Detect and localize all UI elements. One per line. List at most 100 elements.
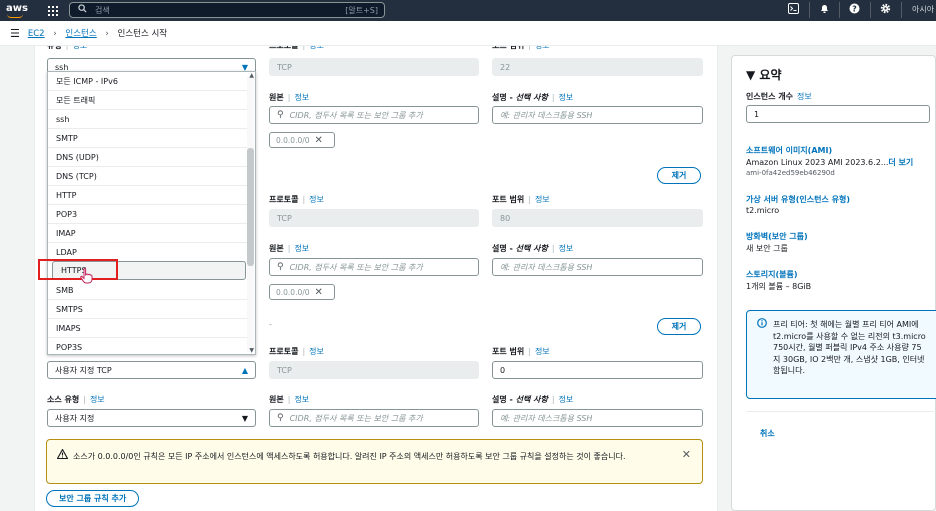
scroll-down-icon[interactable]: ▼: [249, 347, 254, 354]
caret-up-icon: ▲: [241, 366, 248, 375]
cancel-button[interactable]: 취소: [760, 428, 775, 439]
type-select-value: 사용자 지정 TCP: [55, 365, 112, 375]
close-icon[interactable]: ✕: [315, 135, 323, 146]
help-icon[interactable]: ?: [846, 3, 862, 17]
info-link[interactable]: 정보: [797, 92, 812, 101]
bell-icon[interactable]: [816, 3, 832, 17]
summary-panel: ▼ 요약 인스턴스 개수 정보 1 소프트웨어 이미지(AMI) Amazon L…: [731, 55, 936, 511]
storage-link[interactable]: 스토리지(볼륨): [746, 269, 797, 280]
dropdown-option[interactable]: DNS (TCP): [48, 167, 248, 186]
aws-smile-icon: [7, 14, 23, 18]
description-input-rule3[interactable]: 예: 관리자 데스크톱용 SSH: [492, 409, 703, 427]
top-separator: [870, 2, 871, 18]
protocol-field-rule1: TCP: [269, 58, 479, 76]
global-search-input[interactable]: 검색 [알트+S]: [69, 2, 385, 18]
caret-down-icon: ▼: [241, 414, 248, 423]
search-shortcut: [알트+S]: [345, 5, 378, 15]
breadcrumb-bar-overlay: ☰ EC2 › 인스턴스 › 인스턴스 시작: [0, 21, 936, 46]
free-tier-text: 프리 티어: 첫 해에는 월별 프리 티어 AMI에 t2.micro를 사용할…: [773, 320, 926, 375]
aws-logo[interactable]: aws: [0, 0, 30, 21]
services-grid-icon[interactable]: [44, 0, 62, 21]
protocol-label: 프로토콜|정보: [269, 195, 324, 204]
caret-down-icon: ▼: [746, 68, 760, 82]
chevron-right-icon: ›: [53, 29, 57, 39]
dropdown-option[interactable]: SMTP: [48, 129, 248, 148]
type-dropdown-list: 모든 ICMP - IPv6 모든 트래픽 ssh SMTP DNS (UDP)…: [47, 71, 256, 355]
info-link[interactable]: 정보: [559, 395, 574, 404]
svg-text:?: ?: [852, 4, 857, 13]
terminal-icon[interactable]: [785, 3, 801, 17]
source-label: 원본 | 정보: [269, 93, 310, 102]
dropdown-option[interactable]: SMTPS: [48, 300, 248, 319]
breadcrumb-instances[interactable]: 인스턴스: [65, 29, 96, 39]
instance-count-input[interactable]: 1: [746, 105, 930, 123]
dropdown-option[interactable]: DNS (UDP): [48, 148, 248, 167]
dropdown-option[interactable]: POP3: [48, 205, 248, 224]
source-label: 원본 | 정보: [269, 395, 310, 404]
dropdown-option[interactable]: ssh: [48, 110, 248, 129]
storage-value: 1개의 볼륨 – 8GiB: [746, 282, 812, 291]
dropdown-option[interactable]: HTTP: [48, 186, 248, 205]
info-link[interactable]: 정보: [294, 244, 309, 253]
free-tier-info-box: 프리 티어: 첫 해에는 월별 프리 티어 AMI에 t2.micro를 사용할…: [746, 310, 936, 399]
ami-value: Amazon Linux 2023 AMI 2023.6.2...더 보기: [746, 158, 914, 167]
menu-icon[interactable]: ☰: [10, 27, 20, 40]
dropdown-scrollbar-thumb[interactable]: [247, 148, 254, 266]
source-label: 원본 | 정보: [269, 244, 310, 253]
dropdown-option[interactable]: 모든 트래픽: [48, 91, 248, 110]
info-link[interactable]: 정보: [559, 93, 574, 102]
port-range-field-rule2: 80: [492, 209, 703, 227]
highlight-annotation-box: [38, 259, 118, 280]
search-icon: [78, 4, 87, 16]
dropdown-option[interactable]: IMAP: [48, 224, 248, 243]
region-selector[interactable]: 아시아: [912, 4, 934, 15]
instance-count-label: 인스턴스 개수 정보: [746, 92, 812, 101]
remove-rule1-button[interactable]: 제거: [657, 167, 701, 184]
port-range-input-rule3[interactable]: 0: [492, 361, 703, 379]
hand-cursor-icon: [80, 267, 93, 288]
close-icon[interactable]: ✕: [682, 448, 691, 461]
source-type-value: 사용자 지정: [55, 413, 95, 423]
source-type-select-rule3[interactable]: 사용자 지정 ▼: [47, 409, 256, 427]
info-link[interactable]: 정보: [294, 93, 309, 102]
instance-type-link[interactable]: 가상 서버 유형(인스턴스 유형): [746, 194, 850, 205]
top-separator: [839, 2, 840, 18]
protocol-field-rule2: TCP: [269, 209, 479, 227]
gear-icon[interactable]: [877, 3, 893, 17]
top-separator: [809, 2, 810, 18]
type-select-rule3[interactable]: 사용자 지정 TCP ▲: [47, 361, 256, 379]
dropdown-option[interactable]: IMAPS: [48, 319, 248, 338]
info-link[interactable]: 정보: [294, 395, 309, 404]
warning-text: 소스가 0.0.0.0/0인 규칙은 모든 IP 주소에서 인스턴스에 액세스하…: [73, 452, 626, 461]
breadcrumb-current: 인스턴스 시작: [117, 29, 168, 39]
ami-link[interactable]: 소프트웨어 이미지(AMI): [746, 145, 832, 156]
info-link[interactable]: 정보: [90, 395, 105, 404]
remove-rule2-button[interactable]: 제거: [657, 318, 701, 335]
protocol-label: 프로토콜|정보: [269, 347, 324, 356]
protocol-field-rule3: TCP: [269, 361, 479, 379]
info-link[interactable]: 정보: [535, 347, 550, 356]
info-link[interactable]: 정보: [309, 347, 324, 356]
description-input-rule2[interactable]: 예: 관리자 데스크톱용 SSH: [492, 258, 703, 276]
ami-more-link[interactable]: 더 보기: [888, 158, 913, 167]
instance-type-value: t2.micro: [746, 206, 780, 215]
port-range-field-rule1: 22: [492, 58, 703, 76]
source-search-input-rule3[interactable]: ⚲ CIDR, 접두사 목록 또는 보안 그룹 추가: [269, 409, 479, 427]
info-link[interactable]: 정보: [559, 244, 574, 253]
summary-title[interactable]: ▼ 요약: [746, 66, 782, 83]
info-link[interactable]: 정보: [535, 195, 550, 204]
source-search-input-rule1[interactable]: ⚲ CIDR, 접두사 목록 또는 보안 그룹 추가: [269, 106, 479, 124]
info-link[interactable]: 정보: [309, 195, 324, 204]
search-icon: ⚲: [277, 110, 284, 120]
dropdown-option[interactable]: SMB: [48, 281, 248, 300]
breadcrumb-ec2[interactable]: EC2: [28, 29, 45, 39]
description-input-rule1[interactable]: 예: 관리자 데스크톱용 SSH: [492, 106, 703, 124]
top-nav-bar: aws 검색 [알트+S] ? 아시아: [0, 0, 936, 21]
dropdown-option[interactable]: 모든 ICMP - IPv6: [48, 72, 248, 91]
add-security-group-rule-button[interactable]: 보안 그룹 규칙 추가: [46, 490, 140, 507]
dropdown-option[interactable]: POP3S: [48, 338, 248, 354]
close-icon[interactable]: ✕: [315, 287, 323, 298]
source-search-input-rule2[interactable]: ⚲ CIDR, 접두사 목록 또는 보안 그룹 추가: [269, 258, 479, 276]
firewall-link[interactable]: 방화벽(보안 그룹): [746, 231, 808, 242]
scroll-up-icon[interactable]: ▲: [249, 72, 254, 79]
